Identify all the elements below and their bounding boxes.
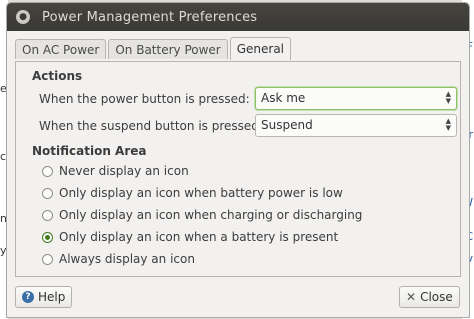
updown-arrows-icon: ▲ ▼	[445, 117, 451, 132]
tab-on-ac-power[interactable]: On AC Power	[15, 39, 107, 59]
dot-icon: ●	[19, 11, 27, 22]
general-tab-panel: Actions When the power button is pressed…	[15, 61, 461, 277]
radio-button[interactable]	[42, 209, 53, 221]
radio-label: Never display an icon	[59, 164, 189, 178]
suspend-button-combo-value: Suspend	[261, 118, 313, 132]
suspend-button-label: When the suspend button is pressed:	[39, 119, 263, 133]
tab-general[interactable]: General	[229, 37, 292, 60]
updown-arrows-icon: ▲ ▼	[445, 90, 451, 105]
power-button-label: When the power button is pressed:	[39, 92, 250, 106]
actions-heading: Actions	[32, 69, 83, 83]
title-bar[interactable]: ● Power Management Preferences	[7, 3, 469, 31]
power-button-combo-value: Ask me	[261, 91, 306, 105]
radio-label: Always display an icon	[59, 252, 195, 266]
help-button-label: Help	[38, 290, 66, 304]
suspend-button-combo[interactable]: Suspend ▲ ▼	[255, 114, 457, 137]
close-button-label: Close	[420, 290, 453, 304]
radio-label: Only display an icon when charging or di…	[59, 208, 363, 222]
close-icon: ✕	[406, 290, 417, 304]
radio-button-checked[interactable]	[42, 231, 53, 243]
tab-bar: On AC Power On Battery Power General	[15, 37, 293, 61]
radio-battery-present[interactable]: Only display an icon when a battery is p…	[42, 230, 338, 244]
help-button[interactable]: ? Help	[15, 286, 73, 308]
close-button[interactable]: ✕ Close	[399, 286, 460, 308]
tab-on-battery-power[interactable]: On Battery Power	[108, 39, 228, 59]
radio-charging-discharging[interactable]: Only display an icon when charging or di…	[42, 208, 362, 222]
radio-battery-low[interactable]: Only display an icon when battery power …	[42, 186, 343, 200]
radio-button[interactable]	[42, 253, 53, 265]
power-button-combo[interactable]: Ask me ▲ ▼	[255, 87, 457, 110]
radio-always-display[interactable]: Always display an icon	[42, 252, 195, 266]
radio-button[interactable]	[42, 187, 53, 199]
radio-button[interactable]	[42, 165, 53, 177]
window-menu-button[interactable]: ●	[16, 10, 30, 24]
notification-area-heading: Notification Area	[32, 144, 147, 158]
window-title: Power Management Preferences	[42, 9, 258, 25]
power-management-dialog: ● Power Management Preferences On AC Pow…	[6, 2, 470, 318]
radio-label: Only display an icon when a battery is p…	[59, 230, 339, 244]
help-icon: ?	[22, 291, 34, 303]
radio-label: Only display an icon when battery power …	[59, 186, 343, 200]
radio-never-display[interactable]: Never display an icon	[42, 164, 189, 178]
